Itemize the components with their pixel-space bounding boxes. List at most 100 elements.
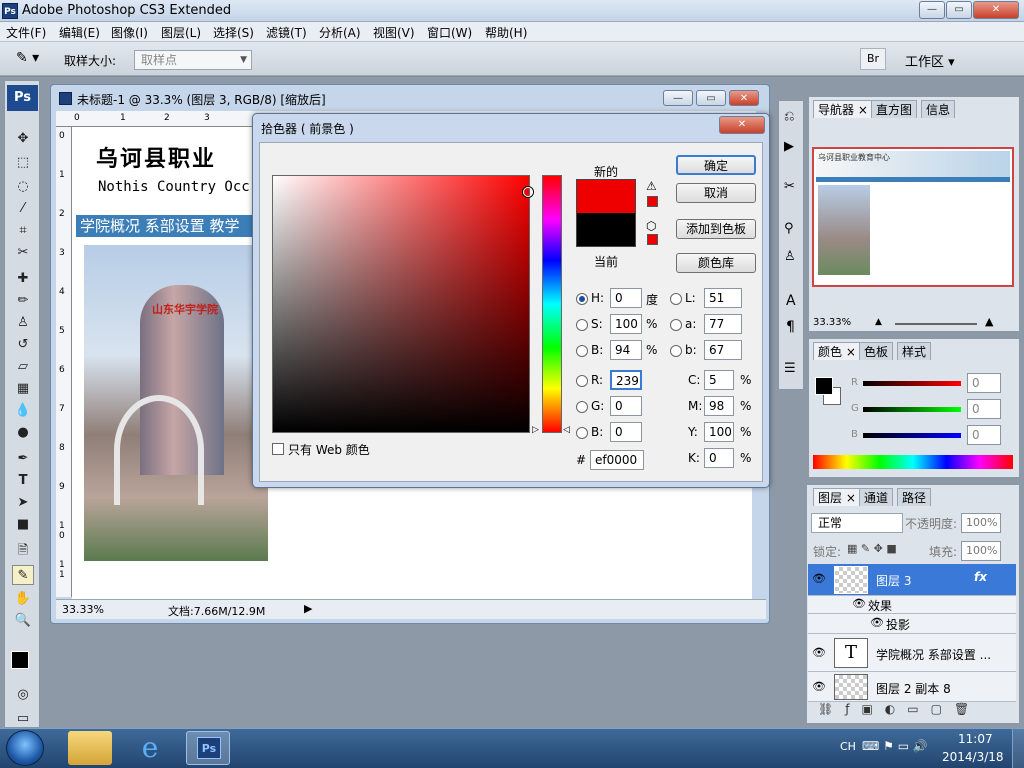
healing-brush-tool-icon[interactable]: ✚ (12, 269, 34, 289)
status-menu-arrow-icon[interactable]: ▶ (304, 602, 312, 615)
gradient-tool-icon[interactable]: ▦ (12, 379, 34, 399)
tab-paths[interactable]: 路径 (897, 488, 932, 506)
hex-field[interactable]: ef0000 (590, 450, 644, 470)
doc-maximize-button[interactable]: ▭ (696, 90, 726, 106)
web-only-checkbox[interactable] (272, 443, 284, 455)
ok-button[interactable]: 确定 (676, 155, 756, 175)
magic-wand-tool-icon[interactable]: ⁄ (12, 199, 34, 219)
web-safe-color-chip[interactable] (647, 234, 658, 245)
layer-row-copy8[interactable]: 👁 图层 2 副本 8 (808, 672, 1016, 702)
r-value[interactable]: 0 (967, 373, 1001, 393)
b-value[interactable]: 0 (967, 425, 1001, 445)
menu-select[interactable]: 选择(S) (213, 24, 254, 41)
fx-icon[interactable]: fx (974, 570, 987, 584)
brushes-panel-icon[interactable]: ⚲ (784, 221, 794, 236)
layer-row-text[interactable]: 👁 T 学院概况 系部设置 ... (808, 634, 1016, 672)
dialog-close-button[interactable]: ✕ (719, 116, 765, 134)
doc-minimize-button[interactable]: — (663, 90, 693, 106)
marquee-tool-icon[interactable]: ⬚ (12, 153, 34, 173)
slice-tool-icon[interactable]: ✂ (12, 243, 34, 263)
hue-slider-right-arrow-icon[interactable]: ◁ (563, 425, 570, 435)
paragraph-panel-icon[interactable]: ¶ (786, 319, 795, 335)
h-radio[interactable] (576, 293, 588, 305)
navigator-preview[interactable]: 乌诃县职业教育中心 (812, 147, 1014, 287)
tab-swatches[interactable]: 色板 (859, 342, 894, 360)
lock-icons[interactable]: ▦ ✎ ✥ ■ (847, 542, 897, 555)
blur-tool-icon[interactable]: 💧 (12, 401, 34, 421)
gamut-color-chip[interactable] (647, 196, 658, 207)
zoom-out-icon[interactable]: ▲ (875, 317, 882, 327)
eraser-tool-icon[interactable]: ▱ (12, 357, 34, 377)
tray-icons[interactable]: ⌨ ⚑ ▭ 🔊 (862, 739, 928, 753)
navigator-zoom-value[interactable]: 33.33% (813, 317, 851, 328)
tab-navigator[interactable]: 导航器 × (813, 100, 873, 118)
tab-color[interactable]: 颜色 × (813, 342, 861, 360)
layer-effects-row[interactable]: 👁 效果 (808, 596, 1016, 614)
a-radio[interactable] (670, 319, 682, 331)
blue-field[interactable]: 0 (610, 422, 642, 442)
clone-source-panel-icon[interactable]: ♙ (784, 249, 796, 264)
g-field[interactable]: 0 (610, 396, 642, 416)
hue-slider-left-arrow-icon[interactable]: ▷ (532, 425, 539, 435)
eyedropper-tool-icon-active[interactable]: ✎ (12, 565, 34, 585)
s-field[interactable]: 100 (610, 314, 642, 334)
blue-radio[interactable] (576, 427, 588, 439)
menu-help[interactable]: 帮助(H) (485, 24, 527, 41)
doc-size-info[interactable]: 文档:7.66M/12.9M (168, 603, 265, 619)
minimize-button[interactable]: — (919, 1, 945, 19)
workspace-menu[interactable]: 工作区 ▾ (905, 51, 955, 70)
eye-icon[interactable]: 👁 (812, 646, 826, 659)
c-field[interactable]: 5 (704, 370, 734, 390)
brush-tool-icon[interactable]: ✏ (12, 291, 34, 311)
r-field[interactable]: 239 (610, 370, 642, 390)
tool-presets-panel-icon[interactable]: ✂ (784, 179, 795, 194)
g-radio[interactable] (576, 401, 588, 413)
character-panel-icon[interactable]: A (786, 293, 796, 309)
blend-mode-select[interactable]: 正常 (811, 513, 903, 533)
add-to-swatches-button[interactable]: 添加到色板 (676, 219, 756, 239)
h-field[interactable]: 0 (610, 288, 642, 308)
color-field[interactable] (272, 175, 533, 433)
l-field[interactable]: 51 (704, 288, 742, 308)
g-slider[interactable] (863, 407, 961, 412)
lab-b-radio[interactable] (670, 345, 682, 357)
crop-tool-icon[interactable]: ⌗ (12, 221, 34, 241)
bridge-icon[interactable]: Br (860, 48, 886, 70)
menu-view[interactable]: 视图(V) (373, 24, 415, 41)
tab-channels[interactable]: 通道 (859, 488, 894, 506)
l-radio[interactable] (670, 293, 682, 305)
menu-edit[interactable]: 编辑(E) (59, 24, 100, 41)
eye-icon[interactable]: 👁 (870, 616, 884, 629)
brightness-field[interactable]: 94 (610, 340, 642, 360)
r-radio[interactable] (576, 375, 588, 387)
close-button[interactable]: ✕ (973, 1, 1019, 19)
history-brush-tool-icon[interactable]: ↺ (12, 335, 34, 355)
tab-histogram[interactable]: 直方图 (871, 100, 918, 118)
opacity-field[interactable]: 100% (961, 513, 1001, 533)
notes-tool-icon[interactable]: 🗎 (12, 541, 34, 561)
m-field[interactable]: 98 (704, 396, 734, 416)
s-radio[interactable] (576, 319, 588, 331)
screen-mode-icon[interactable]: ▭ (12, 709, 34, 729)
path-selection-tool-icon[interactable]: ➤ (12, 493, 34, 513)
zoom-tool-icon[interactable]: 🔍 (12, 611, 34, 631)
color-field-cursor-icon[interactable] (523, 187, 533, 197)
doc-close-button[interactable]: ✕ (729, 90, 759, 106)
color-ramp[interactable] (813, 455, 1013, 469)
layer-row-3[interactable]: 👁 图层 3 fx (808, 564, 1016, 596)
zoom-in-icon[interactable]: ▲ (985, 315, 993, 328)
tab-layers[interactable]: 图层 × (813, 488, 861, 506)
cancel-button[interactable]: 取消 (676, 183, 756, 203)
menu-analysis[interactable]: 分析(A) (319, 24, 361, 41)
file-explorer-icon[interactable] (68, 731, 112, 765)
layers-footer-buttons[interactable]: ⛓ƒ▣◐▭▢🗑 (808, 702, 1018, 722)
maximize-button[interactable]: ▭ (946, 1, 972, 19)
tab-styles[interactable]: 样式 (897, 342, 932, 360)
web-safe-cube-icon[interactable]: ⬡ (646, 219, 656, 233)
show-desktop-button[interactable] (1012, 729, 1024, 768)
stamp-tool-icon[interactable]: ♙ (12, 313, 34, 333)
history-panel-icon[interactable]: ⎌ (784, 109, 794, 124)
lab-b-field[interactable]: 67 (704, 340, 742, 360)
input-language[interactable]: CH (840, 740, 856, 753)
actions-panel-icon[interactable]: ▶ (784, 139, 794, 154)
